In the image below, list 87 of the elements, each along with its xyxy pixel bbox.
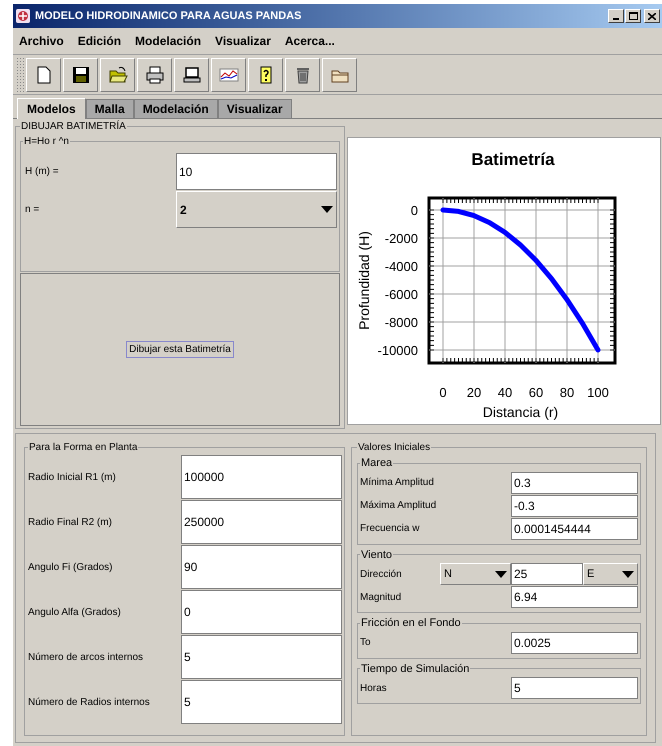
tab[interactable]: Modelación [134, 99, 218, 118]
x-tick-label: 20 [466, 385, 482, 400]
input-field[interactable]: 0 [181, 590, 342, 634]
tab[interactable]: Malla [86, 99, 134, 118]
minimize-icon [613, 18, 619, 20]
input-field[interactable]: 250000 [181, 500, 342, 544]
app-icon [15, 8, 31, 24]
x-tick-label: 0 [439, 385, 447, 400]
close-button[interactable] [644, 9, 660, 23]
field-label: Mínima Amplitud [360, 476, 435, 490]
y-tick-label: 0 [410, 203, 418, 218]
y-tick-label: -4000 [384, 259, 418, 274]
window-title: MODELO HIDRODINAMICO PARA AGUAS PANDAS [35, 8, 302, 24]
menu-item[interactable]: Modelación [135, 32, 202, 50]
close-icon [648, 12, 656, 20]
toolbar-button[interactable] [285, 58, 320, 92]
menu-item[interactable]: Archivo [19, 32, 64, 50]
dropdown[interactable]: E [583, 563, 638, 585]
y-tick-label: -8000 [384, 315, 418, 330]
x-tick-label: 100 [587, 385, 609, 400]
field-label: Dirección [360, 568, 403, 582]
input-field[interactable]: 0.0001454444 [511, 518, 638, 540]
field-label: Radio Final R2 (m) [28, 516, 113, 530]
field-label: Número de arcos internos [28, 650, 144, 664]
field-label: H (m) = [24, 165, 60, 179]
field-label: Número de Radios internos [28, 696, 151, 710]
tab[interactable]: Modelos [17, 98, 86, 119]
menu-item[interactable]: Acerca... [284, 32, 335, 50]
group-title: Para la Forma en Planta [28, 441, 138, 455]
caret-icon [321, 206, 333, 213]
input-field[interactable]: 0.3 [511, 472, 638, 494]
field-label: Magnitud [360, 590, 402, 604]
caret-icon [495, 570, 507, 578]
input-field[interactable]: 5 [511, 677, 638, 699]
printer-icon [144, 64, 166, 86]
input-field[interactable]: 0.0025 [511, 632, 638, 654]
group-title: H=Ho r ^n [23, 135, 70, 149]
caret-icon [622, 570, 634, 578]
input-field[interactable]: 10 [176, 153, 337, 190]
y-tick-label: -2000 [384, 231, 418, 246]
input-field[interactable]: 5 [181, 635, 342, 679]
group-title: Fricción en el Fondo [360, 616, 462, 631]
toolbar-button[interactable] [26, 58, 61, 92]
maximize-icon [628, 12, 638, 20]
field-label: n = [24, 203, 40, 217]
input-field[interactable]: 25 [511, 563, 583, 585]
dropdown[interactable]: N [440, 563, 511, 585]
group-title: Viento [360, 548, 393, 562]
toolbar-button[interactable] [248, 58, 283, 92]
group-title: Marea [360, 456, 394, 471]
y-tick-label: -10000 [378, 343, 418, 358]
input-field[interactable]: -0.3 [511, 494, 638, 516]
menu-item[interactable]: Edición [78, 32, 122, 50]
field-label: Radio Inicial R1 (m) [28, 470, 117, 484]
toolbar-button[interactable] [63, 58, 98, 92]
chart-title: Batimetría [471, 150, 555, 169]
input-field[interactable]: 5 [181, 680, 342, 724]
toolbar-button[interactable] [137, 58, 172, 92]
input-field[interactable]: 90 [181, 545, 342, 589]
y-tick-label: -6000 [384, 287, 418, 302]
toolbar-button[interactable] [322, 58, 357, 92]
minimize-button[interactable] [608, 9, 624, 23]
input-field[interactable]: 6.94 [511, 586, 638, 608]
toolbar-grip[interactable] [17, 58, 25, 92]
input-field[interactable]: 100000 [181, 455, 342, 499]
group-title: Valores Iniciales [357, 441, 432, 455]
field-label: Horas [360, 682, 388, 696]
field-label: Angulo Alfa (Grados) [28, 606, 122, 620]
group-title: DIBUJAR BATIMETRÍA [20, 119, 127, 134]
toolbar-button[interactable] [211, 58, 246, 92]
field-label: Frecuencia w [360, 522, 420, 536]
field-label: Máxima Amplitud [360, 499, 438, 513]
menu-item[interactable]: Visualizar [215, 32, 271, 50]
maximize-button[interactable] [625, 9, 641, 23]
dropdown[interactable]: 2 [176, 191, 337, 228]
x-tick-label: 80 [560, 385, 574, 400]
y-axis-title: Profundidad (H) [356, 231, 372, 330]
x-tick-label: 60 [528, 385, 544, 400]
tab[interactable]: Visualizar [218, 99, 292, 118]
x-tick-label: 40 [498, 385, 512, 400]
x-axis-title: Distancia (r) [482, 404, 558, 420]
field-label: Angulo Fi (Grados) [28, 560, 114, 574]
group-title: Tiempo de Simulación [360, 662, 470, 676]
draw-button[interactable]: Dibujar esta Batimetría [126, 341, 234, 358]
toolbar-button[interactable] [100, 58, 135, 92]
toolbar-button[interactable] [174, 58, 209, 92]
field-label: To [360, 636, 372, 650]
